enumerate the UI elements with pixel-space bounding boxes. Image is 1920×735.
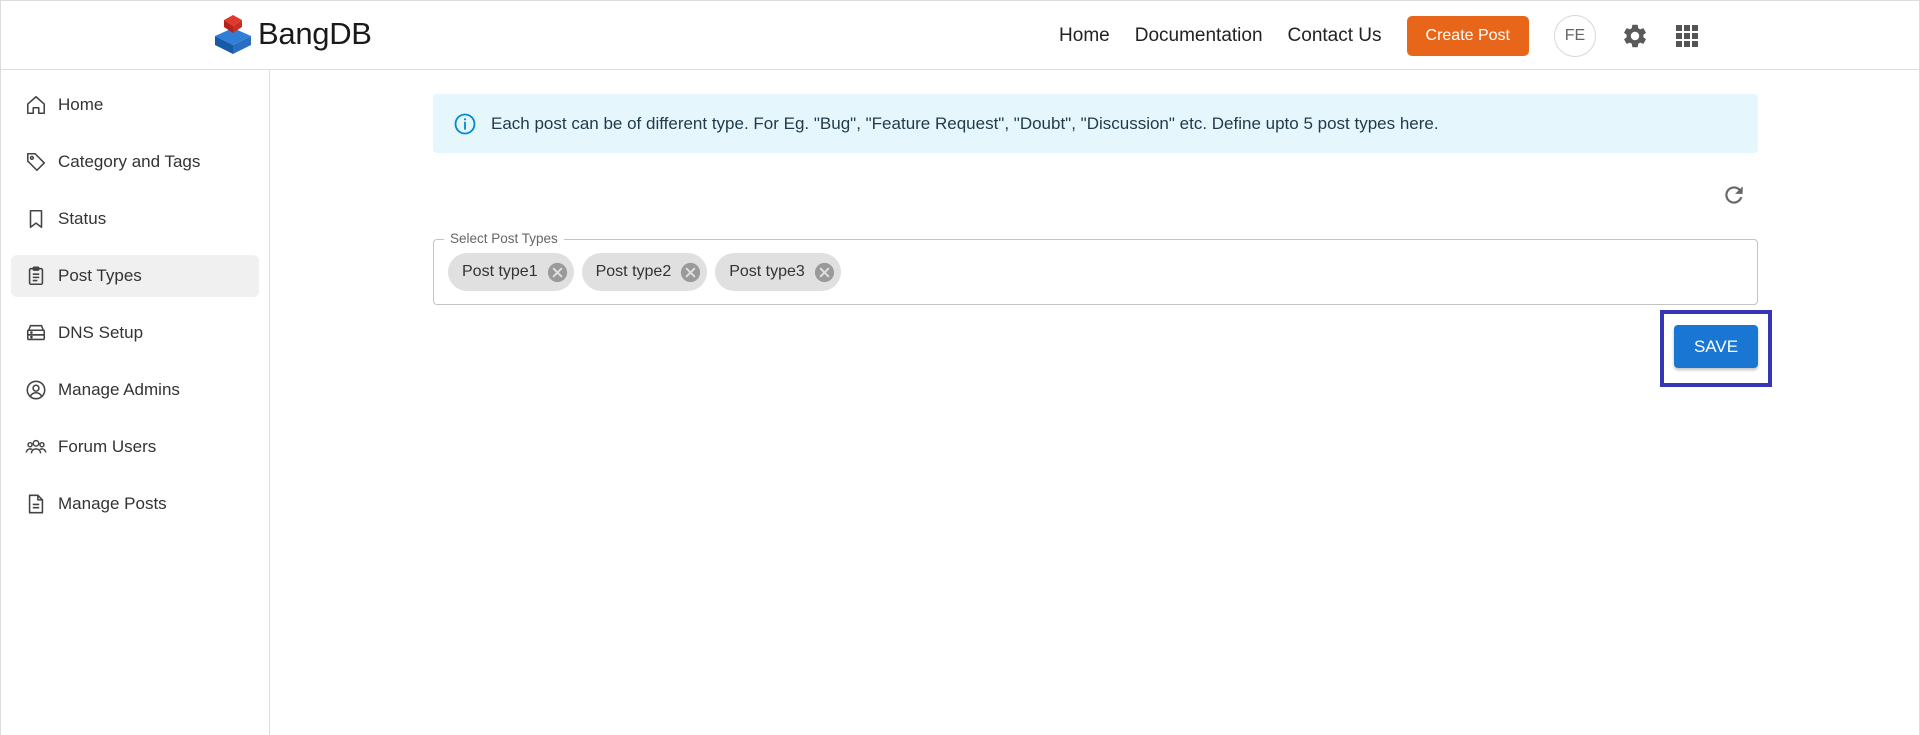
- info-alert-text: Each post can be of different type. For …: [491, 113, 1439, 133]
- bookmark-icon: [29, 209, 43, 229]
- server-icon: [26, 324, 46, 341]
- tag-icon: [26, 152, 46, 172]
- sidebar-item-forum-users[interactable]: Forum Users: [11, 426, 259, 468]
- nav-contact-us-link[interactable]: Contact Us: [1288, 25, 1382, 47]
- brand-logo[interactable]: BangDB: [212, 14, 372, 54]
- apps-grid-icon[interactable]: [1675, 24, 1699, 48]
- post-type-chip: Post type2: [581, 253, 708, 291]
- chip-label: Post type1: [462, 263, 538, 280]
- chip-label: Post type3: [729, 263, 805, 280]
- post-type-chip: Post type3: [715, 253, 841, 291]
- sidebar-item-label: Manage Posts: [58, 494, 167, 513]
- save-button[interactable]: SAVE: [1674, 325, 1758, 368]
- info-icon: [454, 113, 476, 134]
- sidebar-item-post-types[interactable]: Post Types: [11, 255, 259, 297]
- chip-label: Post type2: [595, 263, 672, 280]
- nav-documentation-link[interactable]: Documentation: [1135, 25, 1263, 47]
- sidebar-item-label: DNS Setup: [58, 323, 144, 342]
- chip-remove-icon[interactable]: [813, 261, 836, 284]
- bangdb-logo-icon: [215, 15, 251, 54]
- users-icon: [25, 439, 47, 454]
- top-header: BangDB Home Documentation Contact Us Cre…: [1, 1, 1919, 70]
- nav-home-link[interactable]: Home: [1059, 25, 1110, 47]
- top-nav: Home Documentation Contact Us Create Pos…: [1059, 1, 1699, 70]
- info-alert: Each post can be of different type. For …: [433, 94, 1758, 153]
- select-post-types-label: Select Post Types: [444, 231, 564, 246]
- sidebar-item-dns-setup[interactable]: DNS Setup: [11, 312, 259, 354]
- create-post-button[interactable]: Create Post: [1406, 15, 1529, 56]
- post-type-chip: Post type1: [448, 253, 574, 291]
- refresh-icon[interactable]: [1721, 182, 1747, 208]
- sidebar-item-category-and-tags[interactable]: Category and Tags: [11, 141, 259, 183]
- sidebar-item-status[interactable]: Status: [11, 198, 259, 240]
- sidebar-item-home[interactable]: Home: [11, 84, 259, 126]
- user-avatar[interactable]: FE: [1554, 14, 1596, 57]
- app-frame: BangDB Home Documentation Contact Us Cre…: [0, 0, 1920, 735]
- home-icon: [26, 95, 46, 115]
- brand-name: BangDB: [258, 16, 372, 51]
- gear-icon[interactable]: [1621, 22, 1649, 50]
- sidebar-item-label: Home: [58, 95, 104, 114]
- user-circle-icon: [26, 380, 46, 400]
- sidebar-item-label: Status: [58, 209, 107, 228]
- sidebar: Home Category and Tags Status Post Types…: [1, 70, 270, 735]
- sidebar-item-label: Manage Admins: [58, 380, 180, 399]
- sidebar-item-label: Forum Users: [58, 437, 157, 456]
- chip-remove-icon[interactable]: [679, 261, 702, 284]
- sidebar-item-label: Post Types: [58, 266, 142, 285]
- document-icon: [28, 494, 44, 514]
- sidebar-item-manage-posts[interactable]: Manage Posts: [11, 483, 259, 525]
- chip-remove-icon[interactable]: [546, 261, 569, 284]
- sidebar-item-manage-admins[interactable]: Manage Admins: [11, 369, 259, 411]
- post-types-select[interactable]: Select Post Types Post type1 Post type2 …: [433, 231, 1758, 305]
- sidebar-item-label: Category and Tags: [58, 152, 201, 171]
- clipboard-icon: [28, 266, 44, 286]
